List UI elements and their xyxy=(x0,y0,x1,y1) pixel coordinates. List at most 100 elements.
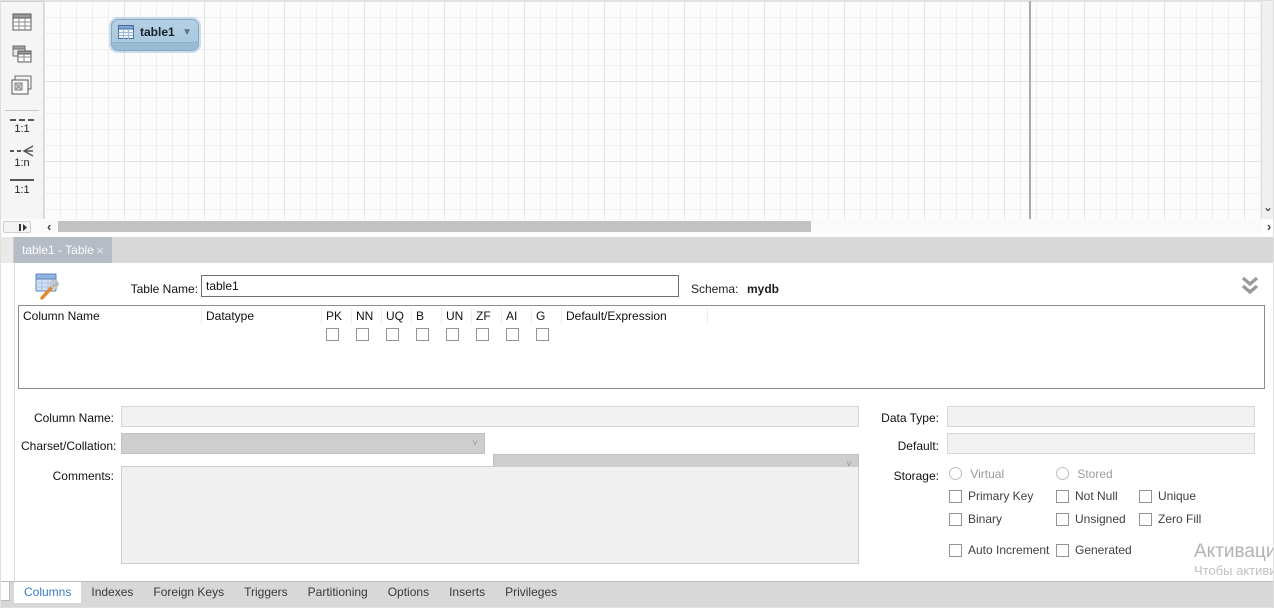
new-row-zf-checkbox[interactable] xyxy=(476,328,489,341)
collapse-header-icon[interactable] xyxy=(1237,276,1263,296)
rel-tool-label: 1:n xyxy=(14,157,29,169)
data-type-label: Data Type: xyxy=(869,411,939,425)
columns-grid[interactable]: Column Name Datatype PK NN UQ B UN ZF AI… xyxy=(18,305,1265,389)
checkbox-icon xyxy=(949,513,962,526)
rel-tool-label: 1:1 xyxy=(14,184,29,196)
node-dropdown-icon[interactable]: ▼ xyxy=(182,27,192,38)
tab-inserts[interactable]: Inserts xyxy=(439,582,495,603)
tab-triggers[interactable]: Triggers xyxy=(234,582,298,603)
rel-1to1-nonidentifying-tool[interactable]: 1:1 xyxy=(10,119,34,135)
table-name-input[interactable] xyxy=(201,275,679,297)
scroll-down-arrow[interactable]: ⌄ xyxy=(1262,203,1274,213)
horizontal-scrollbar[interactable]: ‹ xyxy=(1,219,1263,234)
col-header[interactable]: NN xyxy=(352,308,382,324)
new-row-b-checkbox[interactable] xyxy=(416,328,429,341)
col-header[interactable]: B xyxy=(412,308,442,324)
charset-collation-label: Charset/Collation: xyxy=(21,439,114,453)
checkbox-icon xyxy=(1139,490,1152,503)
col-header[interactable]: G xyxy=(532,308,562,324)
zero-fill-checkbox[interactable]: Zero Fill xyxy=(1139,512,1201,526)
col-header[interactable]: Column Name xyxy=(19,308,202,324)
checkbox-label: Primary Key xyxy=(968,489,1033,503)
col-header[interactable]: Default/Expression xyxy=(562,308,708,324)
col-header[interactable]: UN xyxy=(442,308,472,324)
new-row-nn-checkbox[interactable] xyxy=(356,328,369,341)
radio-icon xyxy=(1056,467,1069,480)
checkbox-icon xyxy=(1139,513,1152,526)
new-row-uq-checkbox[interactable] xyxy=(386,328,399,341)
new-row-un-checkbox[interactable] xyxy=(446,328,459,341)
dropdown-arrow-icon: ˅ xyxy=(472,438,478,449)
checkbox-icon xyxy=(949,490,962,503)
col-header[interactable]: AI xyxy=(502,308,532,324)
unique-checkbox[interactable]: Unique xyxy=(1139,489,1196,503)
scroll-left-arrow[interactable]: ‹ xyxy=(47,219,51,234)
checkbox-icon xyxy=(949,544,962,557)
new-row-g-checkbox[interactable] xyxy=(536,328,549,341)
tab-foreign-keys[interactable]: Foreign Keys xyxy=(143,582,234,603)
rel-1to1-identifying-tool[interactable]: 1:1 xyxy=(10,179,34,196)
table-editor-icon xyxy=(34,273,62,300)
crow-foot-icon xyxy=(9,145,35,157)
checkbox-label: Binary xyxy=(968,512,1002,526)
tab-columns[interactable]: Columns xyxy=(14,582,81,603)
storage-label: Storage: xyxy=(869,469,939,483)
checkbox-label: Generated xyxy=(1075,543,1132,557)
place-view-icon[interactable] xyxy=(10,42,34,66)
panel-toggle-icon xyxy=(18,223,28,232)
unsigned-checkbox[interactable]: Unsigned xyxy=(1056,512,1126,526)
vertical-scrollbar[interactable]: ⌄ xyxy=(1261,1,1273,219)
columns-grid-header: Column Name Datatype PK NN UQ B UN ZF AI… xyxy=(19,306,1264,325)
checkbox-label: Not Null xyxy=(1075,489,1118,503)
tab-options[interactable]: Options xyxy=(378,582,439,603)
radio-icon xyxy=(949,467,962,480)
expand-panel-button[interactable] xyxy=(3,221,31,233)
binary-checkbox[interactable]: Binary xyxy=(949,512,1002,526)
checkbox-icon xyxy=(1056,544,1069,557)
col-header[interactable]: ZF xyxy=(472,308,502,324)
storage-virtual-radio[interactable]: Virtual xyxy=(949,467,1004,481)
checkbox-icon xyxy=(1056,513,1069,526)
watermark-line1: Активация xyxy=(1194,541,1274,563)
col-header[interactable]: UQ xyxy=(382,308,412,324)
default-label: Default: xyxy=(869,439,939,453)
tab-indexes[interactable]: Indexes xyxy=(81,582,143,603)
tab-partitioning[interactable]: Partitioning xyxy=(298,582,378,603)
checkbox-label: Auto Increment xyxy=(968,543,1049,557)
page-boundary-line xyxy=(1029,1,1031,219)
generated-checkbox[interactable]: Generated xyxy=(1056,543,1132,557)
editor-section-tabs: Columns Indexes Foreign Keys Triggers Pa… xyxy=(1,581,1274,608)
primary-key-checkbox[interactable]: Primary Key xyxy=(949,489,1033,503)
data-type-input[interactable] xyxy=(947,406,1255,427)
schema-value: mydb xyxy=(747,282,779,296)
storage-stored-radio[interactable]: Stored xyxy=(1056,467,1113,481)
place-image-icon[interactable] xyxy=(10,74,34,98)
column-name-input[interactable] xyxy=(121,406,859,427)
charset-dropdown[interactable]: ˅ xyxy=(121,433,485,454)
scroll-right-arrow[interactable]: › xyxy=(1263,220,1274,234)
mysql-workbench-window: 1:1 1:n 1:1 table1 ▼ ⌄ xyxy=(0,0,1274,608)
table-node[interactable]: table1 ▼ xyxy=(111,19,199,51)
eer-diagram-canvas[interactable]: table1 ▼ xyxy=(44,1,1263,219)
column-name-label: Column Name: xyxy=(21,411,114,425)
new-row-ai-checkbox[interactable] xyxy=(506,328,519,341)
tab-close-icon[interactable]: × xyxy=(96,243,104,258)
dashed-line-icon xyxy=(10,119,34,121)
radio-label: Virtual xyxy=(970,467,1004,481)
new-row-pk-checkbox[interactable] xyxy=(326,328,339,341)
default-input[interactable] xyxy=(947,433,1255,454)
toolbar-separator xyxy=(5,110,39,111)
place-table-icon[interactable] xyxy=(10,10,34,34)
checkbox-label: Unique xyxy=(1158,489,1196,503)
not-null-checkbox[interactable]: Not Null xyxy=(1056,489,1118,503)
tab-title: table1 - Table xyxy=(22,243,94,257)
auto-increment-checkbox[interactable]: Auto Increment xyxy=(949,543,1049,557)
horizontal-scrollbar-thumb[interactable] xyxy=(58,221,811,232)
comments-textarea[interactable] xyxy=(121,466,859,564)
rel-1ton-nonidentifying-tool[interactable]: 1:n xyxy=(9,145,35,169)
col-header[interactable]: Datatype xyxy=(202,308,322,324)
tab-table1-table[interactable]: table1 - Table × xyxy=(14,237,112,263)
col-header[interactable]: PK xyxy=(322,308,352,324)
watermark-line2: Чтобы активи xyxy=(1194,563,1274,578)
tab-privileges[interactable]: Privileges xyxy=(495,582,567,603)
